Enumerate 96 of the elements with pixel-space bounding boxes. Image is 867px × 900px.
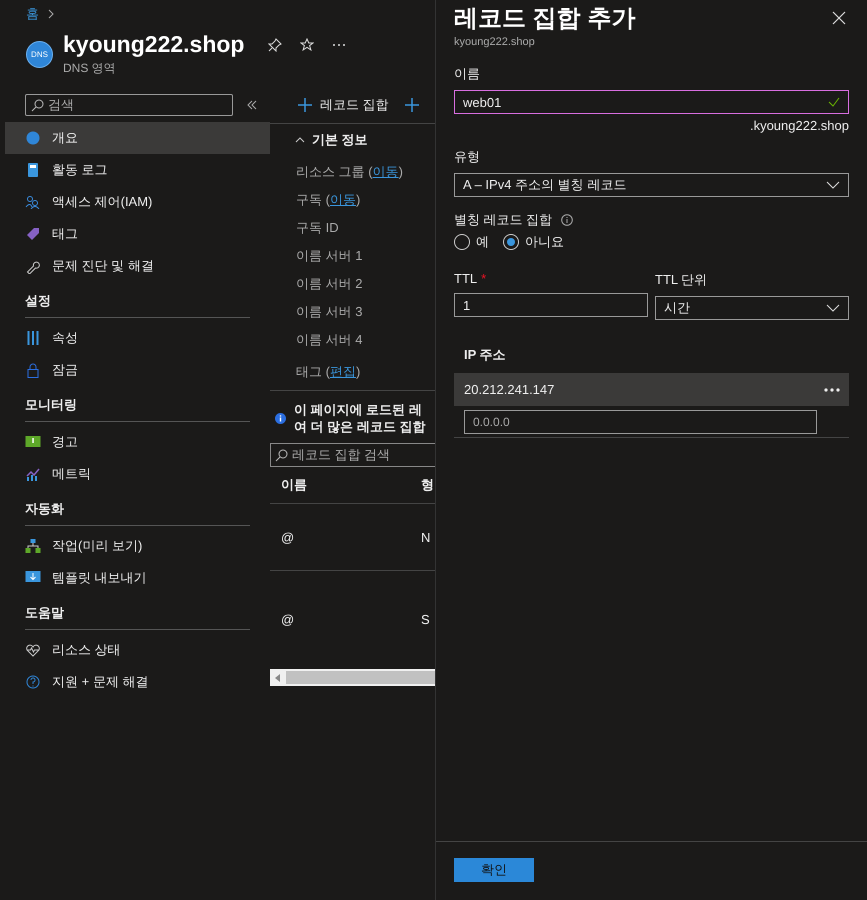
table-cell-text: @ [280,530,296,544]
more-icon[interactable] [332,42,346,46]
info-icon [561,214,574,226]
help-icon [25,675,41,689]
nav-item[interactable]: 활동 로그 [5,154,270,186]
resource-title: kyoung222.shop [63,31,244,58]
name-input[interactable]: web01 [454,90,849,114]
field-label: TTL * [454,271,488,286]
info-icon [275,412,286,424]
search-icon [275,448,288,462]
table-cell: N [421,530,430,544]
field-label: 구독 (이동) [296,191,360,209]
field-label: 리소스 그룹 (이동) [296,163,403,181]
table-cell-text: @ [280,612,296,626]
domain-suffix: .kyoung222.shop [750,118,849,133]
info-text: 이 페이지에 로드된 레 [294,401,423,418]
more-icon[interactable] [824,388,840,392]
field-label: 태그 (편집) [296,363,360,381]
field-label: 유형 [454,148,481,166]
column-header: 이름 [280,476,308,494]
nav-item[interactable]: 리소스 상태 [5,634,270,666]
ttl-unit-dropdown[interactable]: 시간 [655,296,849,320]
radio-option[interactable]: 예 [454,233,489,251]
chevron-up-icon [295,137,305,143]
nav-item[interactable]: 태그 [5,218,270,250]
info-text: 여 더 많은 레코드 집합 [294,418,426,435]
ttl-input[interactable]: 1 [454,293,648,317]
chevron-down-icon [826,181,840,189]
field-link[interactable]: 이동 [330,192,356,207]
heart-icon [25,644,41,656]
field-label: 이름 서버 1 [296,247,362,265]
field-label: TTL 단위 [655,271,708,289]
alert-icon [25,436,41,448]
panel-title: 레코드 집합 추가 [454,4,636,34]
confirm-button[interactable]: 확인 [454,858,534,882]
sliders-icon [25,331,41,345]
book-icon [25,163,41,177]
panel-subtitle: kyoung222.shop [454,36,536,48]
table-cell: S [421,612,430,626]
plus-icon[interactable] [404,98,419,112]
plus-icon [298,98,312,112]
field-label: 이름 [454,65,481,83]
chevron-right-icon [47,8,55,20]
nav-item[interactable]: 템플릿 내보내기 [5,562,270,594]
nav-item[interactable]: 속성 [5,322,270,354]
close-icon[interactable] [832,11,846,25]
radio-button[interactable] [503,234,519,250]
scroll-left-icon[interactable] [275,674,280,682]
horizontal-scrollbar[interactable] [270,669,435,686]
ip-address-input[interactable]: 0.0.0.0 [464,410,817,434]
nav-item[interactable]: 잠금 [5,354,270,386]
nav-item[interactable]: 경고 [5,426,270,458]
add-record-set-button[interactable]: 레코드 집합 [298,96,389,114]
ip-row[interactable]: 20.212.241.147 [454,373,849,406]
section-heading: 자동화 [25,500,250,526]
nav-item[interactable]: 작업(미리 보기) [5,530,270,562]
section-heading: 도움말 [25,604,250,630]
dns-zone-icon: DNS [26,40,53,68]
column-header: IP 주소 [463,346,507,364]
collapse-icon[interactable] [247,100,257,110]
section-heading: 모니터링 [25,396,250,422]
search-field[interactable]: 검색 [25,94,233,116]
nav-item[interactable]: 액세스 제어(IAM) [5,186,270,218]
chart-icon [25,467,41,481]
resource-subtitle: DNS 영역 [63,60,117,77]
wrench-icon [25,258,41,274]
breadcrumb-link[interactable]: 홈 [26,5,39,23]
checkmark-icon [828,97,840,107]
tag-icon [25,227,41,241]
field-link[interactable]: 이동 [372,164,399,179]
column-header: 형 [421,476,434,494]
nav-item[interactable]: 지원 + 문제 해결 [5,666,270,698]
radio-button[interactable] [454,234,470,250]
type-dropdown[interactable]: A – IPv4 주소의 별칭 레코드 [454,173,849,197]
field-label: 구독 ID [296,219,339,237]
field-label: 별칭 레코드 집합 [454,211,552,229]
field-label: 이름 서버 3 [296,303,362,321]
field-link[interactable]: 편집 [330,364,356,379]
nav-item[interactable]: 문제 진단 및 해결 [5,250,270,282]
pin-icon[interactable] [268,38,282,52]
essentials-toggle[interactable]: 기본 정보 [270,128,368,152]
field-label: 이름 서버 4 [296,331,362,349]
star-icon[interactable] [300,38,314,52]
section-heading: 설정 [25,292,250,318]
monitor-download-icon [25,571,41,585]
people-icon [25,195,41,209]
radio-option[interactable]: 아니요 [503,233,564,251]
field-label: 이름 서버 2 [296,275,362,293]
nav-item[interactable]: 메트릭 [5,458,270,490]
lock-icon [25,362,41,378]
hierarchy-icon [25,539,41,553]
search-icon [31,98,44,112]
nav-item[interactable]: 개요 [5,122,270,154]
record-search-field[interactable]: 레코드 집합 검색 [270,443,435,467]
chevron-down-icon [826,304,840,312]
required-mark: * [481,271,486,286]
